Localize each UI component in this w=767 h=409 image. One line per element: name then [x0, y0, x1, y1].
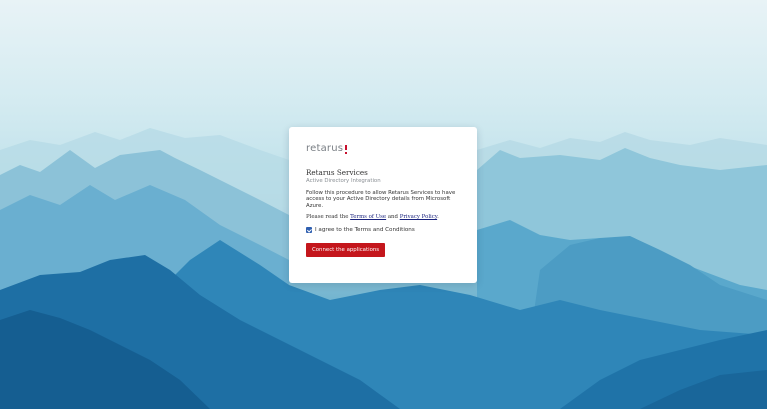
card-subtitle: Active Directory Integration: [306, 178, 381, 184]
agree-checkbox[interactable]: [306, 227, 312, 234]
privacy-policy-link[interactable]: Privacy Policy: [400, 214, 437, 220]
read-terms-text: Please read the Terms of Use and Privacy…: [306, 214, 460, 221]
read-prefix: Please read the: [306, 213, 351, 220]
terms-of-use-link[interactable]: Terms of Use: [350, 214, 386, 220]
card-title: Retarus Services: [306, 168, 368, 177]
login-page: retarus Retarus Services Active Director…: [0, 0, 767, 409]
read-suffix: .: [437, 213, 439, 220]
consent-card: retarus Retarus Services Active Director…: [289, 127, 477, 283]
logo-text: retarus: [306, 143, 344, 154]
logo-mark-icon: [345, 144, 348, 154]
connect-applications-button[interactable]: Connect the applications: [306, 242, 386, 257]
procedure-description: Follow this procedure to allow Retarus S…: [306, 190, 456, 209]
read-and: and: [386, 213, 400, 220]
agree-row[interactable]: I agree to the Terms and Conditions: [306, 227, 460, 234]
retarus-logo: retarus: [306, 143, 460, 155]
agree-label: I agree to the Terms and Conditions: [315, 226, 415, 233]
